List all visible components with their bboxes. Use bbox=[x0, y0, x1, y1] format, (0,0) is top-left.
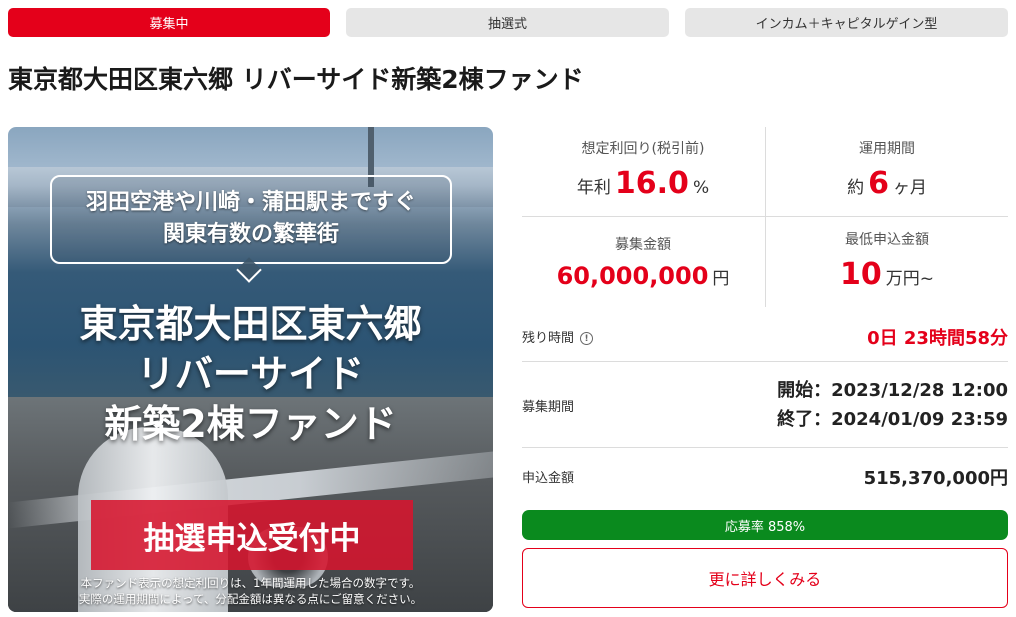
stat-period: 運用期間 約 6 ヶ月 bbox=[766, 138, 1008, 201]
fund-hero-image: 羽田空港や川崎・蒲田駅まですぐ 関東有数の繁華街 東京都大田区東六郷 リバーサイ… bbox=[8, 127, 493, 612]
tag-fund-type: インカム＋キャピタルゲイン型 bbox=[685, 8, 1008, 37]
stat-amount: 募集金額 60,000,000 円 bbox=[522, 234, 764, 290]
bubble-line-2: 関東有数の繁華街 bbox=[162, 222, 339, 247]
stat-amount-number: 60,000,000 bbox=[556, 262, 709, 290]
remaining-time-label: 残り時間 bbox=[522, 331, 575, 346]
fund-title: 東京都大田区東六郷 リバーサイド新築2棟ファンド bbox=[8, 65, 584, 94]
stat-min-label: 最低申込金額 bbox=[845, 232, 929, 248]
stat-period-prefix: 約 bbox=[847, 178, 865, 198]
hero-title: 東京都大田区東六郷 リバーサイド 新築2棟ファンド bbox=[8, 299, 493, 449]
remaining-time-label-wrap: 残り時間! bbox=[522, 327, 594, 346]
hero-title-line-1: 東京都大田区東六郷 bbox=[79, 302, 422, 346]
stat-period-number: 6 bbox=[868, 166, 889, 201]
tag-lottery: 抽選式 bbox=[346, 8, 669, 37]
recruit-period-start: 開始：2023/12/28 12:00 bbox=[777, 380, 1008, 401]
stat-min-number: 10 bbox=[840, 257, 882, 292]
disclaimer-line-1: 本ファンド表示の想定利回りは、1年間運用した場合の数字です。 bbox=[80, 576, 421, 590]
application-rate-label: 応募率 858% bbox=[724, 519, 806, 535]
stat-amount-label: 募集金額 bbox=[615, 237, 671, 253]
lottery-badge: 抽選申込受付中 bbox=[91, 500, 413, 570]
stat-yield-unit: % bbox=[692, 178, 710, 198]
more-details-button[interactable]: 更に詳しくみる bbox=[522, 548, 1008, 608]
recruit-period-values: 開始：2023/12/28 12:00 終了：2024/01/09 23:59 bbox=[777, 376, 1008, 434]
speech-bubble-text: 羽田空港や川崎・蒲田駅まですぐ 関東有数の繁華街 bbox=[50, 187, 452, 251]
row-divider bbox=[522, 447, 1008, 448]
disclaimer-line-2: 実際の運用期間によって、分配金額は異なる点にご留意ください。 bbox=[78, 592, 423, 606]
stat-yield-value: 年利 16.0 % bbox=[522, 166, 764, 201]
stat-min-unit: 万円~ bbox=[885, 269, 934, 289]
application-rate-bar: 応募率 858% bbox=[522, 510, 1008, 540]
recruit-period-label: 募集期間 bbox=[522, 400, 575, 415]
status-tags: 募集中 抽選式 インカム＋キャピタルゲイン型 bbox=[8, 8, 1008, 37]
stats-divider-horizontal bbox=[522, 216, 1008, 217]
remaining-time-value: 0日 23時間58分 bbox=[867, 328, 1008, 349]
hero-title-line-3: 新築2棟ファンド bbox=[104, 402, 397, 446]
stat-yield-label: 想定利回り(税引前) bbox=[581, 141, 705, 157]
stat-yield: 想定利回り(税引前) 年利 16.0 % bbox=[522, 138, 764, 201]
hero-disclaimer: 本ファンド表示の想定利回りは、1年間運用した場合の数字です。 実際の運用期間によ… bbox=[8, 575, 493, 607]
stat-amount-value: 60,000,000 円 bbox=[522, 262, 764, 290]
applied-amount-row: 申込金額 515,370,000円 bbox=[522, 462, 1008, 490]
applied-amount-value: 515,370,000円 bbox=[863, 468, 1008, 489]
stat-yield-number: 16.0 bbox=[614, 166, 689, 201]
row-divider bbox=[522, 361, 1008, 362]
stat-period-label: 運用期間 bbox=[859, 141, 915, 157]
stat-period-value: 約 6 ヶ月 bbox=[766, 166, 1008, 201]
stat-yield-prefix: 年利 bbox=[576, 178, 611, 198]
tag-recruiting: 募集中 bbox=[8, 8, 330, 37]
info-icon[interactable]: ! bbox=[580, 332, 594, 345]
stat-min-value: 10 万円~ bbox=[766, 257, 1008, 292]
bubble-line-1: 羽田空港や川崎・蒲田駅まですぐ bbox=[85, 190, 416, 215]
recruit-period-row: 募集期間 開始：2023/12/28 12:00 終了：2024/01/09 2… bbox=[522, 376, 1008, 434]
stat-min: 最低申込金額 10 万円~ bbox=[766, 229, 1008, 292]
remaining-time-row: 残り時間! 0日 23時間58分 bbox=[522, 322, 1008, 350]
hero-title-line-2: リバーサイド bbox=[136, 352, 365, 396]
recruit-period-end: 終了：2024/01/09 23:59 bbox=[777, 409, 1008, 430]
stat-period-unit: ヶ月 bbox=[892, 178, 927, 198]
stat-amount-unit: 円 bbox=[712, 269, 730, 289]
applied-amount-label: 申込金額 bbox=[522, 471, 575, 486]
